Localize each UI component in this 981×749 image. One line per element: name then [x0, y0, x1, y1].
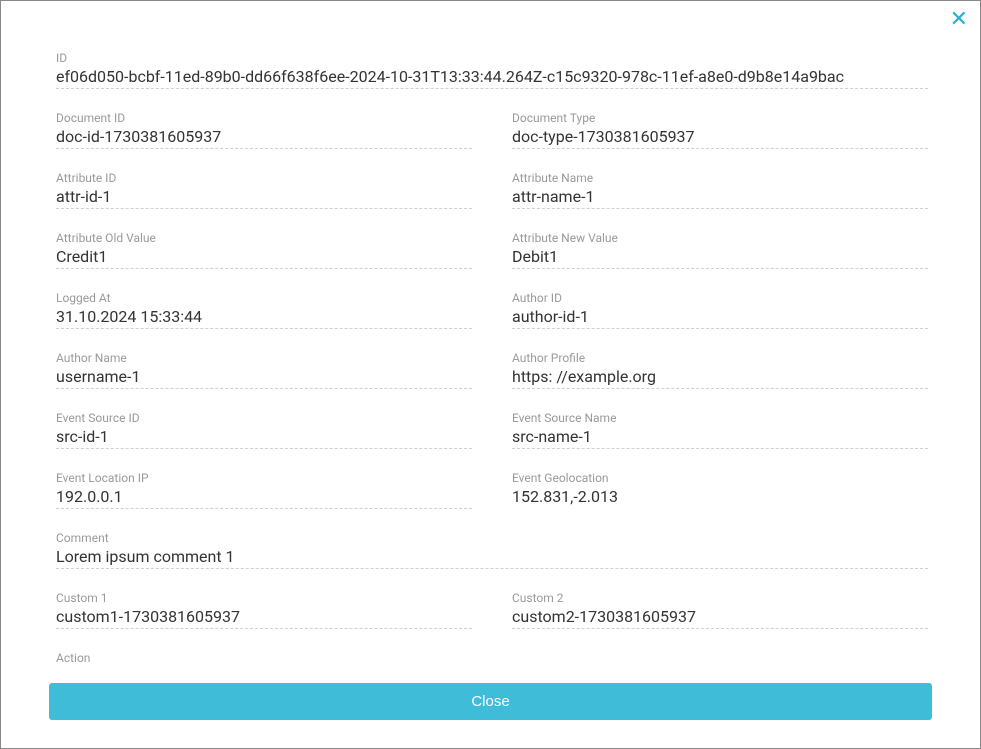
field-author-name: Author Name username-1: [56, 351, 472, 389]
field-event-location-ip: Event Location IP 192.0.0.1: [56, 471, 472, 509]
modal-footer: Close: [1, 665, 980, 748]
field-event-source-name: Event Source Name src-name-1: [512, 411, 928, 449]
content-wrapper: ID ef06d050-bcbf-11ed-89b0-dd66f638f6ee-…: [1, 1, 980, 665]
field-action: Action action-1730381605937: [56, 651, 928, 665]
field-row: Author Name username-1 Author Profile ht…: [56, 351, 928, 389]
field-value: 152.831,-2.013: [512, 487, 928, 506]
field-value: https: //example.org: [512, 367, 928, 386]
field-value: custom1-1730381605937: [56, 607, 472, 626]
field-row: Event Source ID src-id-1 Event Source Na…: [56, 411, 928, 449]
field-value: Lorem ipsum comment 1: [56, 547, 928, 566]
field-label: Custom 1: [56, 591, 472, 605]
field-label: Event Source Name: [512, 411, 928, 425]
field-label: Attribute Old Value: [56, 231, 472, 245]
field-label: Event Location IP: [56, 471, 472, 485]
field-value: src-id-1: [56, 427, 472, 446]
field-row: Custom 1 custom1-1730381605937 Custom 2 …: [56, 591, 928, 629]
field-row: Attribute ID attr-id-1 Attribute Name at…: [56, 171, 928, 209]
field-custom-1: Custom 1 custom1-1730381605937: [56, 591, 472, 629]
field-label: Event Source ID: [56, 411, 472, 425]
close-icon[interactable]: ✕: [950, 9, 968, 31]
field-row: Event Location IP 192.0.0.1 Event Geoloc…: [56, 471, 928, 509]
detail-modal: ✕ ID ef06d050-bcbf-11ed-89b0-dd66f638f6e…: [1, 1, 980, 748]
field-event-source-id: Event Source ID src-id-1: [56, 411, 472, 449]
field-row: Document ID doc-id-1730381605937 Documen…: [56, 111, 928, 149]
field-label: Attribute New Value: [512, 231, 928, 245]
field-attribute-id: Attribute ID attr-id-1: [56, 171, 472, 209]
field-author-profile: Author Profile https: //example.org: [512, 351, 928, 389]
field-label: Custom 2: [512, 591, 928, 605]
field-row: Logged At 31.10.2024 15:33:44 Author ID …: [56, 291, 928, 329]
field-label: ID: [56, 51, 928, 65]
field-value: author-id-1: [512, 307, 928, 326]
field-event-geolocation: Event Geolocation 152.831,-2.013: [512, 471, 928, 509]
field-label: Logged At: [56, 291, 472, 305]
field-value: 31.10.2024 15:33:44: [56, 307, 472, 326]
field-comment: Comment Lorem ipsum comment 1: [56, 531, 928, 569]
field-value: Debit1: [512, 247, 928, 266]
field-label: Author ID: [512, 291, 928, 305]
scroll-area[interactable]: ID ef06d050-bcbf-11ed-89b0-dd66f638f6ee-…: [1, 1, 968, 665]
field-value: src-name-1: [512, 427, 928, 446]
field-value: attr-name-1: [512, 187, 928, 206]
field-value: Credit1: [56, 247, 472, 266]
field-document-type: Document Type doc-type-1730381605937: [512, 111, 928, 149]
field-value: username-1: [56, 367, 472, 386]
field-value: attr-id-1: [56, 187, 472, 206]
field-attribute-old-value: Attribute Old Value Credit1: [56, 231, 472, 269]
field-label: Event Geolocation: [512, 471, 928, 485]
field-label: Attribute Name: [512, 171, 928, 185]
field-row: Attribute Old Value Credit1 Attribute Ne…: [56, 231, 928, 269]
field-value: doc-id-1730381605937: [56, 127, 472, 146]
field-value: 192.0.0.1: [56, 487, 472, 506]
field-label: Attribute ID: [56, 171, 472, 185]
field-value: doc-type-1730381605937: [512, 127, 928, 146]
field-document-id: Document ID doc-id-1730381605937: [56, 111, 472, 149]
field-label: Document ID: [56, 111, 472, 125]
field-label: Author Profile: [512, 351, 928, 365]
field-label: Action: [56, 651, 928, 665]
field-label: Document Type: [512, 111, 928, 125]
close-button[interactable]: Close: [49, 683, 932, 720]
field-value: custom2-1730381605937: [512, 607, 928, 626]
field-custom-2: Custom 2 custom2-1730381605937: [512, 591, 928, 629]
field-id: ID ef06d050-bcbf-11ed-89b0-dd66f638f6ee-…: [56, 51, 928, 89]
field-attribute-new-value: Attribute New Value Debit1: [512, 231, 928, 269]
field-value: ef06d050-bcbf-11ed-89b0-dd66f638f6ee-202…: [56, 67, 928, 86]
field-label: Author Name: [56, 351, 472, 365]
field-logged-at: Logged At 31.10.2024 15:33:44: [56, 291, 472, 329]
field-author-id: Author ID author-id-1: [512, 291, 928, 329]
field-label: Comment: [56, 531, 928, 545]
field-attribute-name: Attribute Name attr-name-1: [512, 171, 928, 209]
